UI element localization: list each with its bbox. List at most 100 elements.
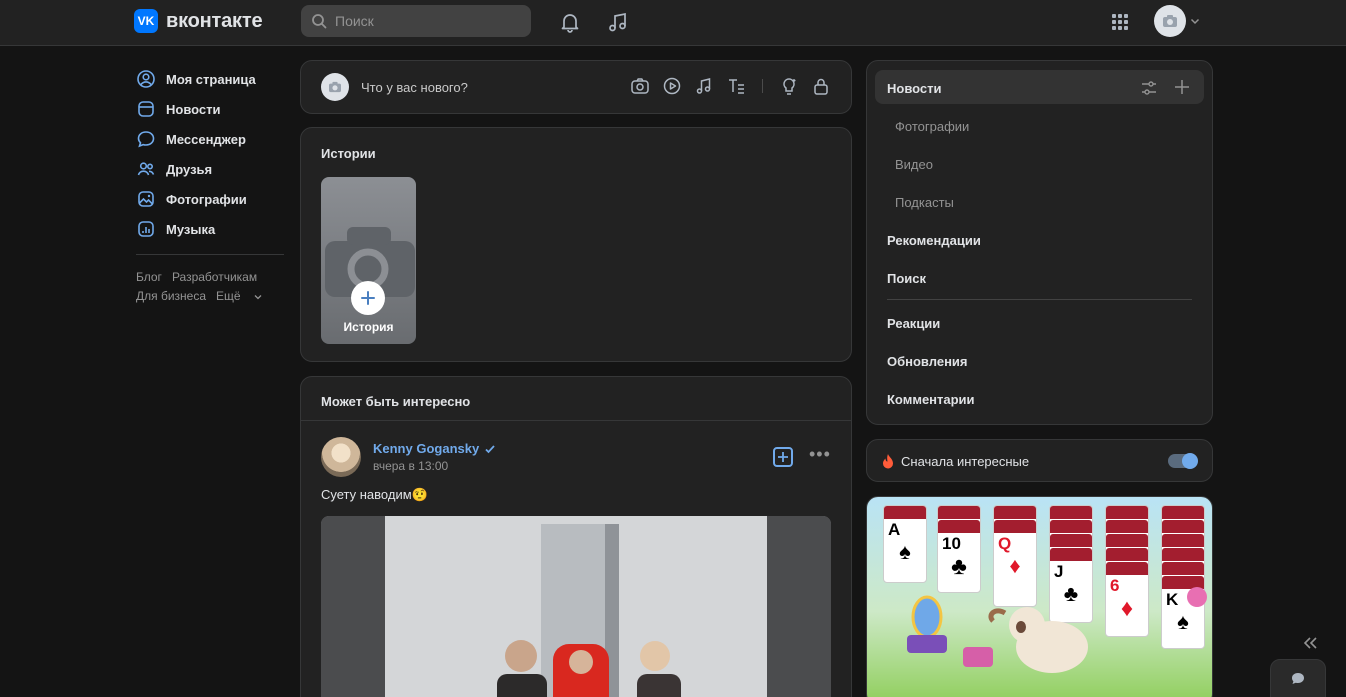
- news-icon: [138, 101, 154, 117]
- sidebar-item-label: Фотографии: [166, 191, 247, 207]
- user-circle-icon: [137, 70, 155, 88]
- more-options-button[interactable]: •••: [809, 445, 831, 463]
- vk-logo-icon: VK: [134, 9, 158, 33]
- interest-title: Может быть интересно: [321, 394, 471, 409]
- bell-icon: [561, 14, 579, 33]
- music-icon: [138, 221, 154, 237]
- apps-grid-icon: [1112, 14, 1128, 30]
- lock-icon[interactable]: [811, 76, 831, 96]
- post-image[interactable]: [321, 516, 831, 697]
- sidebar-footer: Блог Разработчикам Для бизнеса Ещё: [136, 268, 284, 306]
- chat-bubble-icon: [1292, 673, 1304, 684]
- sidebar-item-photos[interactable]: Фотографии: [136, 184, 284, 214]
- sidebar-divider: [136, 254, 284, 255]
- card-suit: ♠: [899, 539, 911, 564]
- add-story-button[interactable]: [351, 281, 385, 315]
- feed-sub-photos[interactable]: Фотографии: [895, 119, 969, 134]
- post-time[interactable]: вчера в 13:00: [373, 459, 448, 473]
- sidebar-item-label: Друзья: [166, 161, 213, 177]
- footer-link-developers[interactable]: Разработчикам: [172, 270, 257, 284]
- music-button[interactable]: [606, 10, 630, 34]
- interesting-first-toggle-card[interactable]: Сначала интересные: [866, 439, 1213, 482]
- sidebar-item-label: Новости: [166, 101, 221, 117]
- music-icon: [609, 12, 626, 32]
- sidebar-item-messenger[interactable]: Мессенджер: [136, 124, 284, 154]
- music-icon[interactable]: [694, 76, 714, 96]
- composer-avatar: [321, 73, 349, 101]
- sidebar-item-news[interactable]: Новости: [136, 94, 284, 124]
- camera-avatar-icon: [1163, 15, 1177, 27]
- plus-icon: [778, 452, 788, 462]
- feed-tab-updates[interactable]: Обновления: [887, 354, 968, 369]
- video-icon[interactable]: [662, 76, 682, 96]
- verified-icon: [485, 444, 495, 453]
- sidebar-item-label: Мессенджер: [166, 131, 246, 147]
- feed-tab-news[interactable]: Новости: [887, 81, 942, 96]
- settings-sliders-icon[interactable]: [1141, 80, 1157, 96]
- profile-menu[interactable]: [1154, 5, 1200, 37]
- interest-card: Может быть интересно Kenny Gogansky вчер…: [300, 376, 852, 697]
- add-feed-icon[interactable]: [1174, 79, 1190, 95]
- chevron-down-icon: [1190, 18, 1200, 25]
- divider: [887, 299, 1192, 300]
- collapse-sidebar-button[interactable]: [1302, 634, 1318, 655]
- feed-tab-comments[interactable]: Комментарии: [887, 392, 975, 407]
- footer-link-business[interactable]: Для бизнеса: [136, 289, 206, 303]
- sidebar-item-my-page[interactable]: Моя страница: [136, 64, 284, 94]
- card-rank: A: [888, 520, 901, 539]
- interesting-first-switch[interactable]: [1168, 453, 1198, 469]
- photo-icon: [138, 191, 154, 207]
- feed-tab-reactions[interactable]: Реакции: [887, 316, 940, 331]
- post-text: Суету наводим🤨: [321, 487, 428, 502]
- search-input[interactable]: [335, 13, 515, 29]
- card-rank: Q: [998, 534, 1012, 553]
- stories-card: Истории История: [300, 127, 852, 362]
- sidebar-item-label: Моя страница: [166, 71, 256, 87]
- left-sidebar: Моя страница Новости Мессенджер Друзья Ф…: [136, 64, 284, 306]
- notifications-button[interactable]: [558, 10, 582, 34]
- card-rank: 10: [942, 534, 961, 553]
- top-bar: VK вконтакте: [0, 0, 1346, 46]
- feed-tab-search[interactable]: Поиск: [887, 271, 926, 286]
- subscribe-button[interactable]: [773, 447, 793, 467]
- stories-title: Истории: [321, 146, 376, 161]
- feed-sub-podcasts[interactable]: Подкасты: [895, 195, 954, 210]
- fire-icon: [883, 454, 893, 469]
- add-story-tile[interactable]: История: [321, 177, 416, 344]
- chat-button[interactable]: [1270, 659, 1326, 697]
- sidebar-item-friends[interactable]: Друзья: [136, 154, 284, 184]
- feed-sub-videos[interactable]: Видео: [895, 157, 933, 172]
- divider: [301, 420, 851, 421]
- composer-toolbar: [630, 76, 831, 96]
- idea-bulb-icon[interactable]: [779, 76, 799, 96]
- text-format-icon[interactable]: [726, 76, 746, 96]
- friends-icon: [137, 162, 155, 176]
- playing-card: A ♠: [883, 505, 927, 583]
- search-icon: [312, 14, 327, 29]
- post-author[interactable]: Kenny Gogansky: [373, 441, 496, 456]
- composer-placeholder[interactable]: Что у вас нового?: [361, 80, 468, 95]
- camera-icon[interactable]: [630, 76, 650, 96]
- footer-link-blog[interactable]: Блог: [136, 270, 162, 284]
- post-composer[interactable]: Что у вас нового?: [300, 60, 852, 114]
- message-icon: [137, 131, 155, 148]
- plus-icon: [361, 291, 375, 305]
- story-label: История: [343, 320, 394, 334]
- avatar: [1154, 5, 1186, 37]
- post-author-avatar[interactable]: [321, 437, 361, 477]
- toolbar-divider: [762, 79, 763, 93]
- chevron-down-icon: [254, 295, 262, 300]
- search-box[interactable]: [301, 5, 531, 37]
- logo-text: вконтакте: [166, 9, 263, 32]
- toggle-label: Сначала интересные: [901, 454, 1030, 469]
- card-suit: ♦: [1009, 553, 1021, 578]
- sidebar-item-music[interactable]: Музыка: [136, 214, 284, 244]
- camera-avatar-icon: [329, 81, 341, 93]
- solitaire-ad[interactable]: ✕ A ♠ 10 ♣ Q ♦ J ♣ 6 ♦ K ♠: [866, 496, 1213, 697]
- feed-filters: Новости Фотографии Видео Подкасты Рекоме…: [866, 60, 1213, 425]
- vk-logo[interactable]: VK вконтакте: [134, 9, 263, 33]
- feed-tab-recommendations[interactable]: Рекомендации: [887, 233, 981, 248]
- apps-button[interactable]: [1108, 10, 1132, 34]
- sidebar-item-label: Музыка: [166, 221, 216, 237]
- footer-link-more[interactable]: Ещё: [216, 289, 262, 303]
